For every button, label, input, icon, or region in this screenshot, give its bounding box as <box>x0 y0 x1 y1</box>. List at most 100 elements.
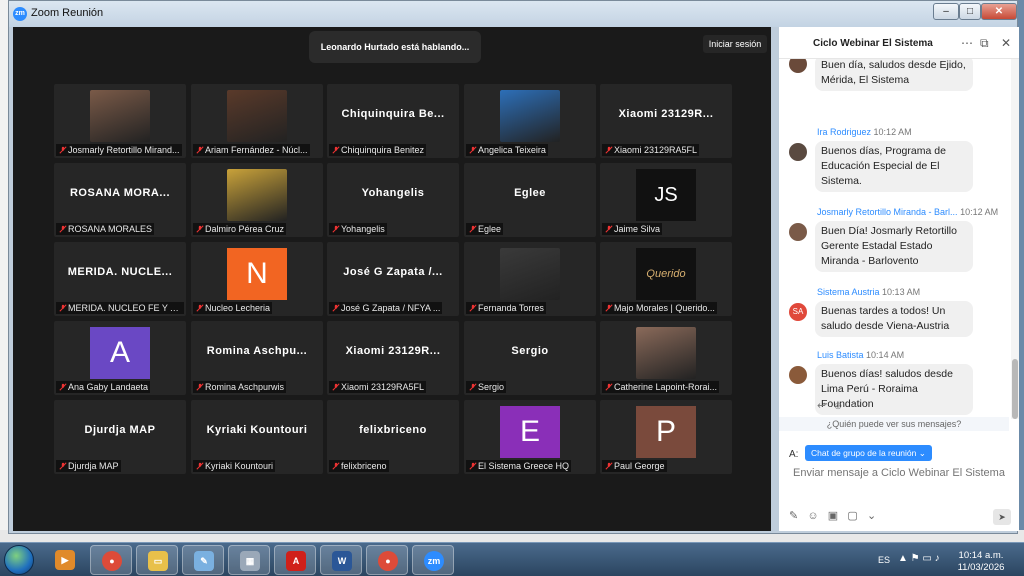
muted-mic-icon <box>196 146 204 154</box>
participant-name-label: Eglee <box>466 223 504 235</box>
send-button[interactable]: ➤ <box>993 509 1011 525</box>
signin-button[interactable]: Iniciar sesión <box>703 35 767 53</box>
sender-name[interactable]: Luis Batista <box>817 350 864 360</box>
file-icon[interactable]: ▢ <box>847 510 857 522</box>
participant-tile[interactable]: Xiaomi 23129R... Xiaomi 23129RA5FL <box>600 84 732 158</box>
taskbar-app-button[interactable]: ✎ <box>182 545 224 575</box>
participant-name-label: Dalmiro Pérea Cruz <box>193 223 287 235</box>
participant-tile[interactable]: Chiquinquira Be... Chiquinquira Benitez <box>327 84 459 158</box>
participant-label-text: MERIDA. NUCLEO FE Y ALE... <box>68 303 184 313</box>
start-button[interactable] <box>4 545 34 575</box>
participant-label-text: Jaime Silva <box>614 224 661 234</box>
participant-tile[interactable]: Romina Aschpu... Romina Aschpurwis <box>191 321 323 395</box>
participant-tile[interactable]: José G Zapata /... José G Zapata / NFYA .… <box>327 242 459 316</box>
participant-display-name: Chiquinquira Be... <box>341 108 445 120</box>
sender-line: Luis Batista 10:14 AM <box>817 350 904 360</box>
taskbar-app-button[interactable]: ● <box>366 545 408 575</box>
chevron-down-icon[interactable]: ⌄ <box>867 510 876 522</box>
participant-tile[interactable]: Angelica Teixeira <box>464 84 596 158</box>
more-options-icon[interactable]: ⋯ <box>961 36 973 50</box>
format-icon[interactable]: ✎ <box>789 510 798 522</box>
participant-tile[interactable]: A Ana Gaby Landaeta <box>54 321 186 395</box>
taskbar-app-button[interactable]: ▦ <box>228 545 270 575</box>
chat-title: Ciclo Webinar El Sistema <box>813 38 933 49</box>
participant-tile[interactable]: Catherine Lapoint-Rorai... <box>600 321 732 395</box>
participant-tile[interactable]: Kyriaki Kountouri Kyriaki Kountouri <box>191 400 323 474</box>
screenshot-icon[interactable]: ▣ <box>828 510 838 522</box>
participant-avatar: P <box>636 406 696 458</box>
participant-name-label: Sergio <box>466 381 507 393</box>
participant-tile[interactable]: Fernanda Torres <box>464 242 596 316</box>
taskbar-app-button[interactable]: ▭ <box>136 545 178 575</box>
close-chat-icon[interactable]: ✕ <box>1001 36 1011 50</box>
participant-tile[interactable]: Ariam Fernández - Núcl... <box>191 84 323 158</box>
emoji-react-icon[interactable]: ☺ <box>832 400 843 412</box>
participant-tile[interactable]: Josmarly Retortillo Mirand... <box>54 84 186 158</box>
taskbar-app-button[interactable]: A <box>274 545 316 575</box>
word-icon: W <box>332 551 352 571</box>
muted-mic-icon <box>469 225 477 233</box>
participant-tile[interactable]: N Nucleo Lecheria <box>191 242 323 316</box>
sender-name[interactable]: Ira Rodriguez <box>817 127 871 137</box>
participant-display-name: Kyriaki Kountouri <box>206 424 308 436</box>
participant-avatar: N <box>227 248 287 300</box>
participant-label-text: Ariam Fernández - Núcl... <box>205 145 308 155</box>
chat-message-input[interactable] <box>793 467 1013 479</box>
scroll-thumb[interactable] <box>1012 359 1018 419</box>
sender-name[interactable]: Josmarly Retortillo Miranda - Barl... <box>817 207 958 217</box>
who-can-see-link[interactable]: ¿Quién puede ver sus mensajes? <box>779 417 1009 431</box>
language-indicator[interactable]: ES <box>878 555 890 565</box>
participant-tile[interactable]: Sergio Sergio <box>464 321 596 395</box>
minimize-button[interactable]: – <box>933 3 959 20</box>
participant-tile[interactable]: Querido Arte Majo Morales | Querido... <box>600 242 732 316</box>
participant-tile[interactable]: Yohangelis Yohangelis <box>327 163 459 237</box>
participant-name-label: Kyriaki Kountouri <box>193 460 276 472</box>
sender-line: Ira Rodriguez 10:12 AM <box>817 127 912 137</box>
title-bar[interactable]: zm Zoom Reunión – □ ✕ <box>9 1 1017 27</box>
participant-tile[interactable]: P Paul George <box>600 400 732 474</box>
participant-name-label: Romina Aschpurwis <box>193 381 287 393</box>
recipient-dropdown[interactable]: Chat de grupo de la reunión ⌄ <box>805 445 932 461</box>
muted-mic-icon <box>59 146 67 154</box>
taskbar-app-button[interactable]: zm <box>412 545 454 575</box>
tray-icons[interactable]: ▲ ⚑ ▭ ♪ <box>898 553 940 564</box>
participant-tile[interactable]: Eglee Eglee <box>464 163 596 237</box>
participant-tile[interactable]: Xiaomi 23129R... Xiaomi 23129RA5FL <box>327 321 459 395</box>
participant-tile[interactable]: ROSANA MORA... ROSANA MORALES <box>54 163 186 237</box>
participant-label-text: Dalmiro Pérea Cruz <box>205 224 285 234</box>
participant-tile[interactable]: Djurdja MAP Djurdja MAP <box>54 400 186 474</box>
participant-name-label: El Sistema Greece HQ <box>466 460 572 472</box>
participant-tile[interactable]: MERIDA. NUCLE... MERIDA. NUCLEO FE Y ALE.… <box>54 242 186 316</box>
taskbar-app-button[interactable]: W <box>320 545 362 575</box>
chat-header: Ciclo Webinar El Sistema ⋯ ⧉ ✕ <box>779 27 1019 59</box>
active-speaker-banner: Leonardo Hurtado está hablando... <box>309 31 481 63</box>
muted-mic-icon <box>469 383 477 391</box>
message-time: 10:12 AM <box>873 127 912 137</box>
more-icon[interactable]: ⋯ <box>850 400 861 412</box>
participant-label-text: ROSANA MORALES <box>68 224 153 234</box>
participant-tile[interactable]: felixbriceno felixbriceno <box>327 400 459 474</box>
message-bubble: Buen Día! Josmarly Retortillo Gerente Es… <box>815 221 973 272</box>
participant-label-text: Josmarly Retortillo Mirand... <box>68 145 180 155</box>
sender-avatar <box>789 223 807 241</box>
participant-label-text: Ana Gaby Landaeta <box>68 382 149 392</box>
participant-label-text: Majo Morales | Querido... <box>614 303 715 313</box>
reply-icon[interactable]: ↩ <box>817 400 826 412</box>
close-button[interactable]: ✕ <box>981 3 1017 20</box>
taskbar-app-button[interactable]: ▶ <box>44 545 86 575</box>
clock[interactable]: 10:14 a.m. 11/03/2026 <box>950 550 1012 574</box>
zoom-icon: zm <box>424 551 444 571</box>
taskbar-app-button[interactable]: ● <box>90 545 132 575</box>
emoji-icon[interactable]: ☺ <box>807 510 818 522</box>
muted-mic-icon <box>332 225 340 233</box>
sender-name[interactable]: Sistema Austria <box>817 287 880 297</box>
participant-label-text: Kyriaki Kountouri <box>205 461 274 471</box>
popout-icon[interactable]: ⧉ <box>980 36 989 51</box>
participant-label-text: Eglee <box>478 224 502 234</box>
message-reactions: ↩ ☺ ⋯ <box>817 399 861 412</box>
chat-scrollbar[interactable] <box>1011 59 1019 419</box>
participant-tile[interactable]: Dalmiro Pérea Cruz <box>191 163 323 237</box>
participant-tile[interactable]: JS Jaime Silva <box>600 163 732 237</box>
participant-tile[interactable]: E El Sistema Greece HQ <box>464 400 596 474</box>
maximize-button[interactable]: □ <box>959 3 981 20</box>
